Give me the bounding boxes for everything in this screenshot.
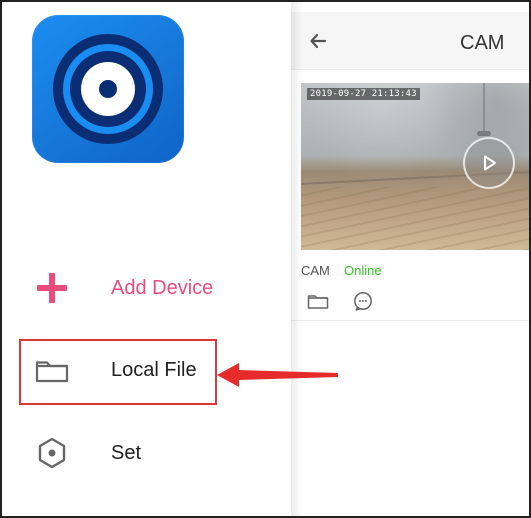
- chat-icon[interactable]: [351, 289, 375, 313]
- divider: [291, 320, 531, 321]
- folder-icon: [24, 342, 80, 398]
- device-name: CAM: [301, 263, 330, 278]
- settings-icon: [24, 425, 80, 481]
- set-label: Set: [111, 441, 142, 464]
- device-panel: CAM 2019-09-27 21:13:43 CAM Online: [291, 0, 531, 518]
- add-device-label: Add Device: [111, 276, 214, 299]
- device-card[interactable]: 2019-09-27 21:13:43 CAM Online: [291, 80, 531, 320]
- local-file-label: Local File: [111, 358, 197, 381]
- camera-timestamp: 2019-09-27 21:13:43: [307, 88, 420, 100]
- folder-icon[interactable]: [306, 289, 330, 313]
- navigation-drawer: Add Device Local File Set: [0, 0, 338, 518]
- back-arrow-icon[interactable]: [305, 28, 331, 54]
- red-pointer-arrow-icon: [217, 363, 338, 387]
- plus-icon: [24, 260, 80, 316]
- page-title: CAM: [460, 32, 505, 54]
- camera-preview[interactable]: 2019-09-27 21:13:43: [301, 83, 531, 250]
- add-device-menu-item[interactable]: Add Device: [20, 257, 290, 319]
- panel-header: CAM: [291, 12, 531, 70]
- status-badge: Online: [344, 263, 382, 278]
- set-menu-item[interactable]: Set: [20, 422, 290, 484]
- app-logo-icon: [32, 15, 184, 163]
- play-icon[interactable]: [463, 137, 515, 189]
- screen: Add Device Local File Set CAM 2019-09-27…: [0, 0, 531, 518]
